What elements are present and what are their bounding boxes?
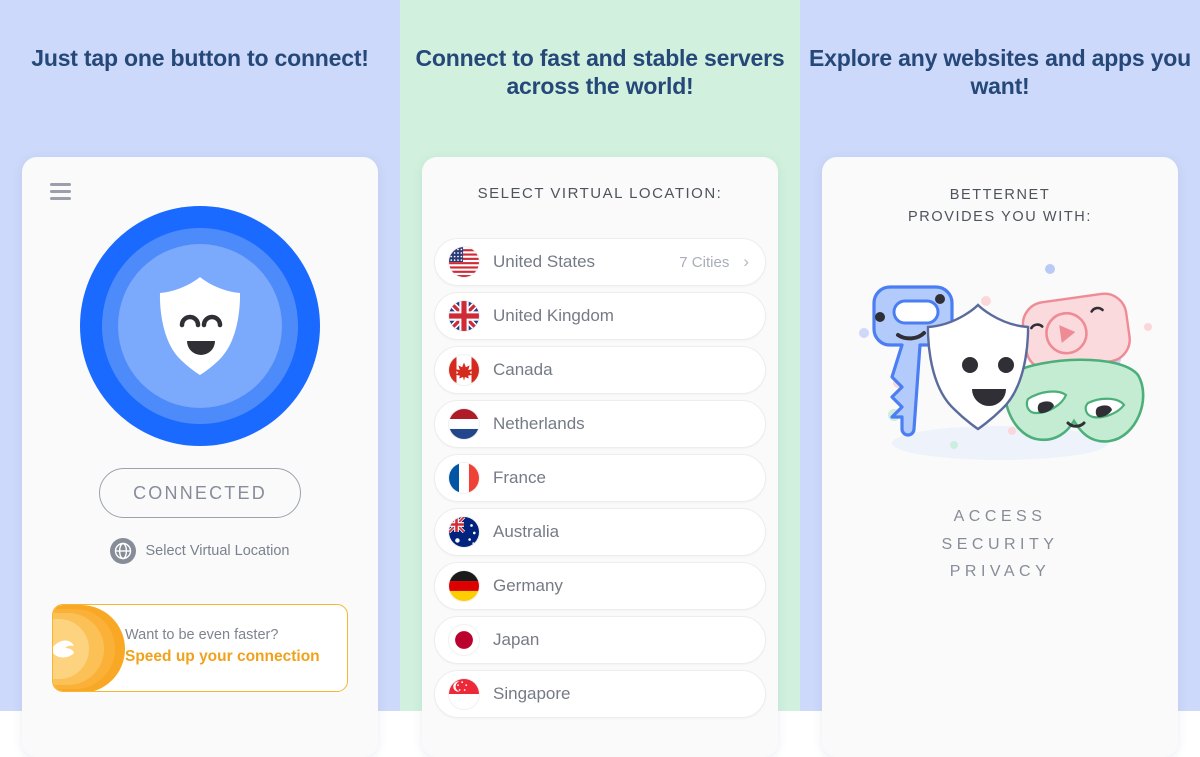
panel-headline: Explore any websites and apps you want!: [809, 45, 1191, 99]
feature-security: SECURITY: [941, 535, 1059, 553]
hamburger-icon[interactable]: [50, 183, 71, 204]
brand-line-1: BETTERNET: [949, 187, 1051, 203]
country-row-france[interactable]: France: [434, 454, 766, 502]
flag-us-icon: [448, 246, 480, 278]
country-city-count: 7 Cities: [679, 253, 730, 271]
flag-de-icon: [448, 570, 480, 602]
country-row-canada[interactable]: Canada: [434, 346, 766, 394]
connected-button[interactable]: CONNECTED: [99, 468, 301, 518]
flag-sg-icon: [448, 678, 480, 710]
intro-illustration: [836, 255, 1164, 470]
flag-uk-icon: [448, 300, 480, 332]
panel-home: Just tap one button to connect! CONNECTE…: [0, 0, 400, 757]
country-name: United States: [493, 252, 596, 271]
connect-toggle[interactable]: [80, 206, 320, 446]
flag-nl-icon: [448, 408, 480, 440]
select-virtual-location-row[interactable]: Select Virtual Location: [0, 538, 400, 564]
panel-headline: Just tap one button to connect!: [31, 45, 369, 71]
country-row-netherlands[interactable]: Netherlands: [434, 400, 766, 448]
promo-text: Want to be even faster? Speed up your co…: [125, 627, 320, 666]
feature-access: ACCESS: [953, 508, 1047, 525]
brand-line-2: PROVIDES YOU WITH:: [907, 208, 1093, 225]
country-row-germany[interactable]: Germany: [434, 562, 766, 610]
panel-headline: Connect to fast and stable servers acros…: [415, 45, 785, 99]
country-name: Netherlands: [493, 414, 585, 433]
flag-fr-icon: [448, 462, 480, 494]
globe-icon: [110, 538, 137, 564]
feature-list: ACCESS SECURITY PRIVACY: [800, 503, 1200, 586]
country-name: Germany: [493, 576, 563, 595]
country-name: Japan: [493, 630, 540, 649]
flag-jp-icon: [448, 624, 480, 656]
shield-smile-icon: [159, 277, 241, 375]
select-virtual-location-label: Select Virtual Location: [145, 543, 290, 559]
country-list: United States 7 Cities › United Kingdom Ca…: [434, 238, 766, 724]
chevron-right-icon[interactable]: ›: [743, 252, 749, 272]
country-name: Canada: [493, 360, 553, 379]
country-name: France: [493, 468, 546, 487]
promo-action-link[interactable]: Speed up your connection: [125, 648, 320, 666]
brand-title: BETTERNET PROVIDES YOU WITH:: [800, 185, 1200, 229]
country-name: United Kingdom: [493, 306, 614, 325]
country-name: Australia: [493, 522, 560, 541]
country-row-australia[interactable]: Australia: [434, 508, 766, 556]
flag-au-icon: [448, 516, 480, 548]
country-row-united-states[interactable]: United States 7 Cities ›: [434, 238, 766, 286]
feature-privacy: PRIVACY: [949, 563, 1051, 580]
speed-up-promo-banner[interactable]: Want to be even faster? Speed up your co…: [52, 604, 348, 692]
locations-title: SELECT VIRTUAL LOCATION:: [477, 185, 723, 202]
flag-ca-icon: [448, 354, 480, 386]
promo-question: Want to be even faster?: [125, 627, 279, 643]
country-row-united-kingdom[interactable]: United Kingdom: [434, 292, 766, 340]
country-row-japan[interactable]: Japan: [434, 616, 766, 664]
country-name: Singapore: [493, 684, 571, 703]
